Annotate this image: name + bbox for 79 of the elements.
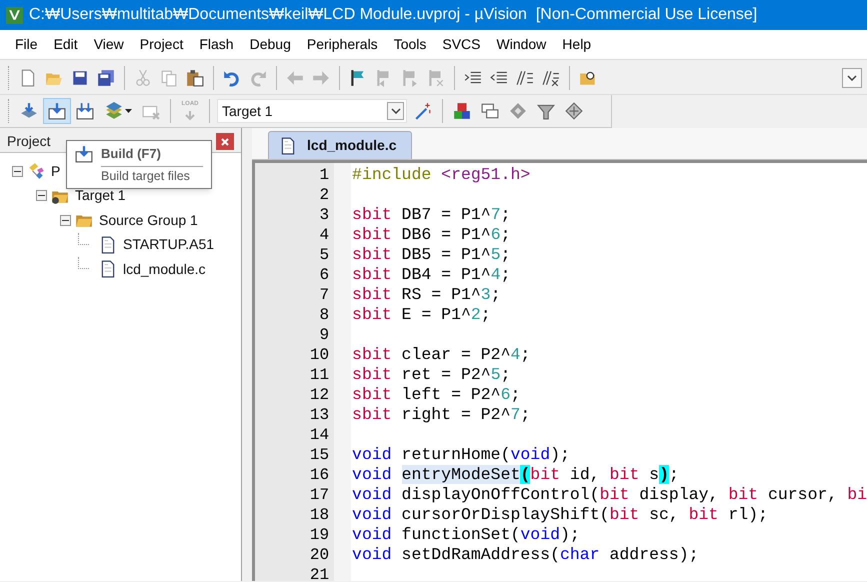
menu-item[interactable]: SVCS xyxy=(434,34,488,55)
line-number: 6 xyxy=(318,265,330,285)
chevron-down-icon xyxy=(390,108,400,114)
menu-item[interactable]: Flash xyxy=(191,34,242,55)
line-number: 9 xyxy=(318,325,330,345)
menu-item[interactable]: File xyxy=(7,34,46,55)
line-number: 4 xyxy=(318,225,330,245)
minus-icon xyxy=(14,170,21,172)
collapse-toggle[interactable] xyxy=(12,166,23,177)
code-line: sbit right = P2^7; xyxy=(352,405,530,425)
collapse-toggle[interactable] xyxy=(60,214,71,226)
line-number: 20 xyxy=(308,545,330,565)
close-button[interactable] xyxy=(216,133,234,150)
close-icon xyxy=(220,136,230,146)
code-line: void functionSet(void); xyxy=(352,525,580,545)
menu-item[interactable]: Edit xyxy=(46,34,86,55)
code-line: sbit RS = P1^3; xyxy=(352,285,501,305)
project-icon xyxy=(27,162,45,180)
tooltip-description: Build target files xyxy=(101,168,191,185)
line-number: 13 xyxy=(308,405,330,425)
build-icon xyxy=(75,144,93,163)
line-number: 19 xyxy=(308,525,330,545)
code-line: #include <reg51.h> xyxy=(352,165,530,185)
code-line: sbit DB7 = P1^7; xyxy=(352,205,510,225)
code-line: sbit left = P2^6; xyxy=(352,385,520,405)
app-logo-icon xyxy=(6,6,23,24)
menu-item[interactable]: Peripherals xyxy=(298,34,386,55)
line-number: 21 xyxy=(308,565,330,581)
line-number: 7 xyxy=(318,285,330,305)
menu-item[interactable]: View xyxy=(86,34,132,55)
file-icon xyxy=(99,260,117,278)
tree-item[interactable]: P xyxy=(51,160,60,182)
line-number: 14 xyxy=(308,425,330,445)
line-number: 10 xyxy=(308,345,330,365)
code-line: sbit ret = P2^5; xyxy=(352,365,510,385)
code-line: void entryModeSet(bit id, bit s); xyxy=(352,465,679,485)
menu-item[interactable]: Window xyxy=(488,34,554,55)
dropdown-button[interactable] xyxy=(842,68,862,88)
line-number: 11 xyxy=(308,365,330,385)
code-line: sbit DB5 = P1^5; xyxy=(352,245,510,265)
line-number: 15 xyxy=(308,445,330,465)
menu-item[interactable]: Project xyxy=(132,34,192,55)
tree-item[interactable]: Target 1 xyxy=(75,185,126,206)
tooltip-title: Build (F7) xyxy=(101,145,161,163)
line-number: 8 xyxy=(318,305,330,325)
line-number: 17 xyxy=(308,485,330,505)
code-line: void cursorOrDisplayShift(bit sc, bit rl); xyxy=(352,505,768,525)
file-icon xyxy=(99,236,117,254)
build-icon[interactable] xyxy=(43,98,71,124)
code-line: void returnHome(void); xyxy=(352,445,570,465)
code-line: sbit clear = P2^4; xyxy=(352,345,530,365)
layers-icon xyxy=(104,102,122,120)
caret-icon xyxy=(124,109,132,113)
minus-icon xyxy=(38,195,45,196)
editor-tab[interactable]: lcd_module.c xyxy=(268,131,412,159)
code-line: void setDdRamAddress(char address); xyxy=(352,545,699,565)
code-line: sbit DB6 = P1^6; xyxy=(352,225,510,245)
line-number: 16 xyxy=(308,465,330,485)
line-number: 2 xyxy=(318,185,330,205)
collapse-toggle[interactable] xyxy=(36,190,47,202)
tree-item[interactable]: STARTUP.A51 xyxy=(123,234,214,256)
tree-item[interactable]: lcd_module.c xyxy=(123,258,206,280)
window-title: C:₩Users₩multitab₩Documents₩keil₩LCD Module.uvproj - µVision [Non-Commercial Use License] xyxy=(29,5,758,25)
code-line: void displayOnOffControl(bit display, bit cursor, bi xyxy=(352,485,867,505)
chevron-down-icon xyxy=(847,75,857,81)
code-line: sbit E = P1^2; xyxy=(352,305,491,325)
tree-item[interactable]: Source Group 1 xyxy=(99,210,198,231)
menu-item[interactable]: Tools xyxy=(386,34,434,55)
menu-item[interactable]: Help xyxy=(554,34,600,55)
panel-title: Project xyxy=(7,132,51,151)
line-number: 5 xyxy=(318,245,330,265)
line-number: 3 xyxy=(318,205,330,225)
line-number: 1 xyxy=(318,165,330,185)
target-select[interactable]: Target 1 xyxy=(217,99,407,123)
line-number: 12 xyxy=(308,385,330,405)
code-line: sbit DB4 = P1^4; xyxy=(352,265,510,285)
menu-item[interactable]: Debug xyxy=(242,34,299,55)
minus-icon xyxy=(62,220,69,221)
line-number: 18 xyxy=(308,505,330,525)
